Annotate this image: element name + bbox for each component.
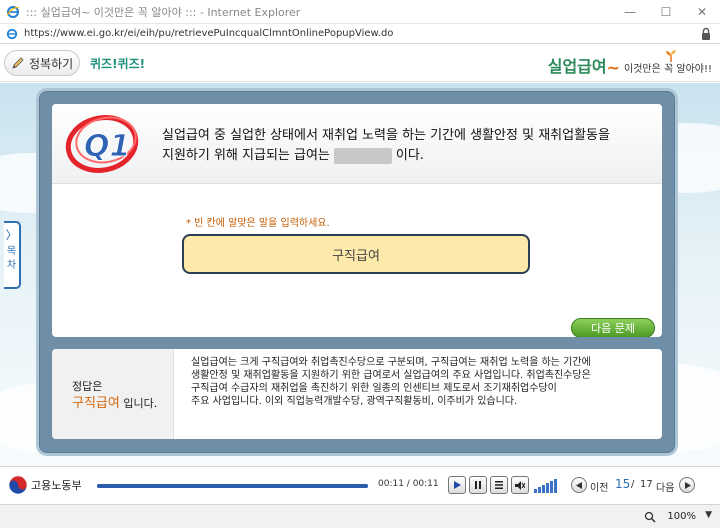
question-line-2: 지원하기 위해 지급되는 급여는 이다. xyxy=(162,146,610,166)
summary-button[interactable]: 정복하기 xyxy=(4,50,80,76)
next-page-button[interactable] xyxy=(679,477,695,493)
player-bar: 고용노동부 00:11 / 00:11 이전 15 / 17 다음 xyxy=(0,466,720,504)
triangle-left-icon xyxy=(575,481,582,489)
play-button[interactable] xyxy=(448,476,466,494)
brand-main: 실업급여 xyxy=(547,57,607,76)
sprout-icon xyxy=(666,50,676,62)
lock-icon xyxy=(702,27,710,40)
answer-suffix: 입니다. xyxy=(119,397,158,410)
url-text[interactable]: https://www.ei.go.kr/ei/eih/pu/retrieveP… xyxy=(24,28,393,39)
question-line-2-after: 이다. xyxy=(395,148,424,163)
playback-time: 00:11 / 00:11 xyxy=(378,479,439,489)
window-title: ::: 실업급여~ 이것만은 꼭 알아야 ::: - Internet Expl… xyxy=(26,5,301,19)
internet-explorer-icon xyxy=(6,5,20,18)
answer-word: 구직급여 xyxy=(72,396,120,411)
ministry-name: 고용노동부 xyxy=(31,479,82,492)
answer-input[interactable]: 구직급여 xyxy=(182,234,530,274)
question-number: Q1 xyxy=(84,129,130,164)
question-number-badge: Q1 xyxy=(65,115,139,173)
taegeuk-icon xyxy=(8,475,28,495)
play-icon xyxy=(454,481,461,489)
app-header: 정복하기 퀴즈!퀴즈! 실업급여 ~ 이것만은 꼭 알아야!! xyxy=(0,45,720,82)
status-bar: 100% ▼ xyxy=(0,504,720,528)
chevron-right-icon: 〉 xyxy=(5,228,18,242)
pause-button[interactable] xyxy=(469,476,487,494)
blank-placeholder xyxy=(333,147,392,164)
question-header: Q1 실업급여 중 실업한 상태에서 재취업 노력을 하는 기간에 생활안정 및… xyxy=(52,104,662,184)
mute-button[interactable] xyxy=(511,476,529,494)
list-icon xyxy=(495,481,503,489)
progress-bar[interactable] xyxy=(97,484,368,488)
prev-page-button[interactable] xyxy=(571,477,587,493)
speaker-icon xyxy=(515,480,525,490)
next-question-button[interactable]: 다음 문제 xyxy=(571,318,655,337)
volume-level-icon[interactable] xyxy=(534,479,562,493)
total-pages: 17 xyxy=(640,479,653,490)
maximize-button[interactable]: ☐ xyxy=(648,0,684,24)
chevron-down-icon[interactable]: ▼ xyxy=(705,510,712,520)
address-bar[interactable]: https://www.ei.go.kr/ei/eih/pu/retrieveP… xyxy=(0,24,720,44)
minimize-button[interactable]: — xyxy=(612,0,648,24)
side-menu-tab[interactable]: 〉 목차 xyxy=(4,221,21,289)
brand-tilde: ~ xyxy=(606,58,621,77)
magnifier-icon xyxy=(644,511,656,523)
window-titlebar: ::: 실업급여~ 이것만은 꼭 알아야 ::: - Internet Expl… xyxy=(0,0,720,24)
explanation-line: 생활안정 및 재취업활동을 지원하기 위한 급여로서 실업급여의 주요 사업입니… xyxy=(191,370,591,381)
question-line-1: 실업급여 중 실업한 상태에서 재취업 노력을 하는 기간에 생활안정 및 재취… xyxy=(162,128,610,143)
answer-line: 구직급여 입니다. xyxy=(72,392,157,411)
question-line-2-before: 지원하기 위해 지급되는 급여는 xyxy=(162,148,330,163)
answer-card: 정답은 구직급여 입니다. 실업급여는 크게 구직급여와 취업촉진수당으로 구분… xyxy=(52,349,662,439)
zoom-level[interactable]: 100% xyxy=(667,511,696,522)
close-button[interactable]: ✕ xyxy=(684,0,720,24)
quiz-panel: Q1 실업급여 중 실업한 상태에서 재취업 노력을 하는 기간에 생활안정 및… xyxy=(39,91,675,453)
ministry-logo: 고용노동부 xyxy=(8,475,82,495)
question-card: Q1 실업급여 중 실업한 상태에서 재취업 노력을 하는 기간에 생활안정 및… xyxy=(52,104,662,337)
question-text: 실업급여 중 실업한 상태에서 재취업 노력을 하는 기간에 생활안정 및 재취… xyxy=(162,126,610,166)
summary-label: 정복하기 xyxy=(29,56,74,71)
side-menu-label: 목차 xyxy=(6,246,17,271)
next-page-label[interactable]: 다음 xyxy=(656,479,674,494)
pencil-hand-icon xyxy=(12,57,24,69)
page-separator: / xyxy=(631,479,635,490)
answer-explanation: 실업급여는 크게 구직급여와 취업촉진수당으로 구분되며, 구직급여는 재취업 … xyxy=(191,356,653,408)
pause-icon xyxy=(475,481,481,489)
triangle-right-icon xyxy=(684,481,691,489)
menu-button[interactable] xyxy=(490,476,508,494)
explanation-line: 구직급여 수급자의 재취업을 촉진하기 위한 일종의 인센티브 제도로서 조기재… xyxy=(191,383,557,394)
internet-explorer-icon xyxy=(6,28,18,39)
progress-fill xyxy=(97,484,368,488)
explanation-line: 실업급여는 크게 구직급여와 취업촉진수당으로 구분되며, 구직급여는 재취업 … xyxy=(191,357,591,368)
window-controls: — ☐ ✕ xyxy=(612,0,720,24)
answer-summary: 정답은 구직급여 입니다. xyxy=(52,349,174,439)
prev-page-label[interactable]: 이전 xyxy=(590,479,608,494)
brand-logo: 실업급여 ~ 이것만은 꼭 알아야!! xyxy=(547,50,712,77)
explanation-line: 주요 사업입니다. 이외 직업능력개발수당, 광역구직활동비, 이주비가 있습니… xyxy=(191,396,518,407)
current-page: 15 xyxy=(615,477,631,491)
instruction-text: * 빈 칸에 알맞은 말을 입력하세요. xyxy=(186,218,330,229)
tab-quiz[interactable]: 퀴즈!퀴즈! xyxy=(90,55,145,72)
